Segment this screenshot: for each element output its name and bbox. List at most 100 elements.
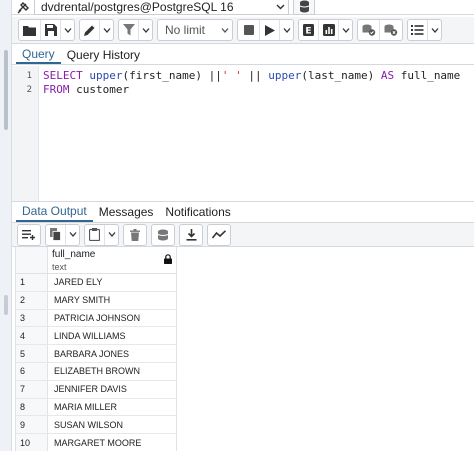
clipboard-icon	[89, 228, 100, 241]
copy-group	[45, 223, 80, 246]
execute-group	[237, 19, 294, 41]
row-number[interactable]: 2	[16, 291, 48, 309]
chevron-down-icon	[342, 27, 349, 33]
table-cell-full-name[interactable]: ELIZABETH BROWN	[48, 362, 177, 380]
table-cell-full-name[interactable]: JARED ELY	[48, 274, 177, 291]
connection-status-icon[interactable]	[12, 0, 34, 15]
open-file-button[interactable]	[19, 20, 41, 40]
table-row[interactable]: 5 BARBARA JONES	[16, 345, 177, 363]
edit-dropdown[interactable]	[100, 20, 113, 40]
rollback-icon	[384, 24, 398, 36]
table-cell-full-name[interactable]: MARY SMITH	[48, 291, 177, 309]
save-data-button[interactable]	[152, 225, 174, 245]
paste-button[interactable]	[85, 224, 105, 245]
download-button[interactable]	[180, 225, 202, 245]
stop-button[interactable]	[238, 20, 260, 40]
table-cell-full-name[interactable]: LINDA WILLIAMS	[48, 327, 177, 345]
row-limit-select[interactable]: No limit	[157, 19, 233, 41]
table-cell-full-name[interactable]: BARBARA JONES	[48, 345, 177, 362]
table-row[interactable]: 10 MARGARET MOORE	[16, 434, 177, 451]
filter-button[interactable]	[119, 20, 139, 40]
play-icon	[264, 24, 275, 36]
row-number[interactable]: 6	[16, 362, 48, 380]
row-number[interactable]: 3	[16, 309, 48, 327]
filter-dropdown[interactable]	[139, 20, 152, 40]
add-row-group	[17, 223, 41, 246]
grid-header: full_name text	[16, 247, 177, 274]
paste-dropdown[interactable]	[105, 225, 118, 245]
column-header-full-name[interactable]: full_name text	[48, 247, 177, 273]
chevron-down-icon	[142, 27, 149, 33]
download-icon	[186, 228, 196, 241]
table-cell-full-name[interactable]: SUSAN WILSON	[48, 416, 177, 434]
tab-query-history[interactable]: Query History	[61, 45, 146, 64]
save-data-group	[151, 223, 175, 246]
database-save-icon	[157, 229, 169, 240]
macros-button[interactable]	[408, 20, 428, 40]
row-number[interactable]: 4	[16, 327, 48, 345]
execute-button[interactable]	[260, 20, 280, 40]
connection-select[interactable]: dvdrental/postgres@PostgreSQL 16	[34, 0, 289, 15]
row-number-header[interactable]	[16, 247, 48, 273]
row-number[interactable]: 8	[16, 398, 48, 416]
table-cell-full-name[interactable]: MARIA MILLER	[48, 398, 177, 416]
chevron-down-icon	[218, 27, 232, 33]
table-row[interactable]: 6 ELIZABETH BROWN	[16, 362, 177, 381]
save-dropdown[interactable]	[61, 20, 74, 40]
explain-group: E	[298, 19, 353, 41]
folder-icon	[23, 25, 36, 36]
row-number[interactable]: 1	[16, 274, 48, 291]
chevron-down-icon	[69, 232, 76, 237]
explain-icon: E	[303, 24, 314, 36]
table-row[interactable]: 8 MARIA MILLER	[16, 398, 177, 417]
save-button[interactable]	[41, 20, 61, 40]
table-cell-full-name[interactable]: PATRICIA JOHNSON	[48, 309, 177, 327]
table-row[interactable]: 3 PATRICIA JOHNSON	[16, 309, 177, 328]
row-number[interactable]: 9	[16, 416, 48, 434]
code-line-1[interactable]: SELECT upper(first_name) ||' ' || upper(…	[43, 69, 460, 83]
row-number[interactable]: 10	[16, 434, 48, 451]
table-row[interactable]: 2 MARY SMITH	[16, 291, 177, 310]
connection-bar: dvdrental/postgres@PostgreSQL 16	[12, 0, 474, 15]
add-row-button[interactable]	[18, 225, 40, 245]
commit-button[interactable]	[358, 20, 380, 40]
execute-dropdown[interactable]	[280, 20, 293, 40]
row-number[interactable]: 5	[16, 345, 48, 362]
tab-messages[interactable]: Messages	[93, 202, 160, 222]
left-scrollbar-thumb-lower[interactable]	[4, 295, 8, 315]
table-row[interactable]: 1 JARED ELY	[16, 274, 177, 292]
save-icon	[44, 24, 57, 36]
table-row[interactable]: 9 SUSAN WILSON	[16, 416, 177, 435]
chevron-down-icon	[103, 27, 110, 33]
explain-button[interactable]: E	[299, 20, 319, 40]
code-line-2[interactable]: FROM customer	[43, 83, 129, 97]
line-chart-icon	[212, 230, 226, 239]
delete-row-button[interactable]	[124, 225, 146, 245]
chevron-down-icon	[283, 27, 290, 33]
copy-button[interactable]	[46, 224, 66, 245]
rollback-button[interactable]	[380, 20, 402, 40]
chevron-down-icon	[431, 27, 438, 33]
table-cell-full-name[interactable]: JENNIFER DAVIS	[48, 380, 177, 398]
macros-group	[407, 19, 442, 41]
table-row[interactable]: 7 JENNIFER DAVIS	[16, 380, 177, 399]
tab-notifications[interactable]: Notifications	[159, 202, 236, 222]
explain-dropdown[interactable]	[339, 20, 352, 40]
copy-dropdown[interactable]	[66, 225, 79, 245]
macros-dropdown[interactable]	[428, 20, 441, 40]
edit-group	[79, 19, 114, 41]
sql-editor[interactable]: 1 2 SELECT upper(first_name) ||' ' || up…	[12, 66, 474, 201]
table-cell-full-name[interactable]: MARGARET MOORE	[48, 434, 177, 451]
download-group	[179, 223, 203, 246]
row-number[interactable]: 7	[16, 380, 48, 398]
graph-visualiser-button[interactable]	[208, 225, 230, 245]
trash-icon	[130, 228, 140, 241]
table-row[interactable]: 4 LINDA WILLIAMS	[16, 327, 177, 346]
database-stack-button[interactable]	[293, 0, 315, 15]
edit-button[interactable]	[80, 20, 100, 40]
explain-analyze-button[interactable]	[319, 20, 339, 40]
tab-data-output[interactable]: Data Output	[16, 202, 93, 222]
chevron-down-icon	[272, 4, 288, 10]
left-scrollbar-thumb[interactable]	[4, 50, 8, 130]
tab-query[interactable]: Query	[16, 45, 61, 64]
